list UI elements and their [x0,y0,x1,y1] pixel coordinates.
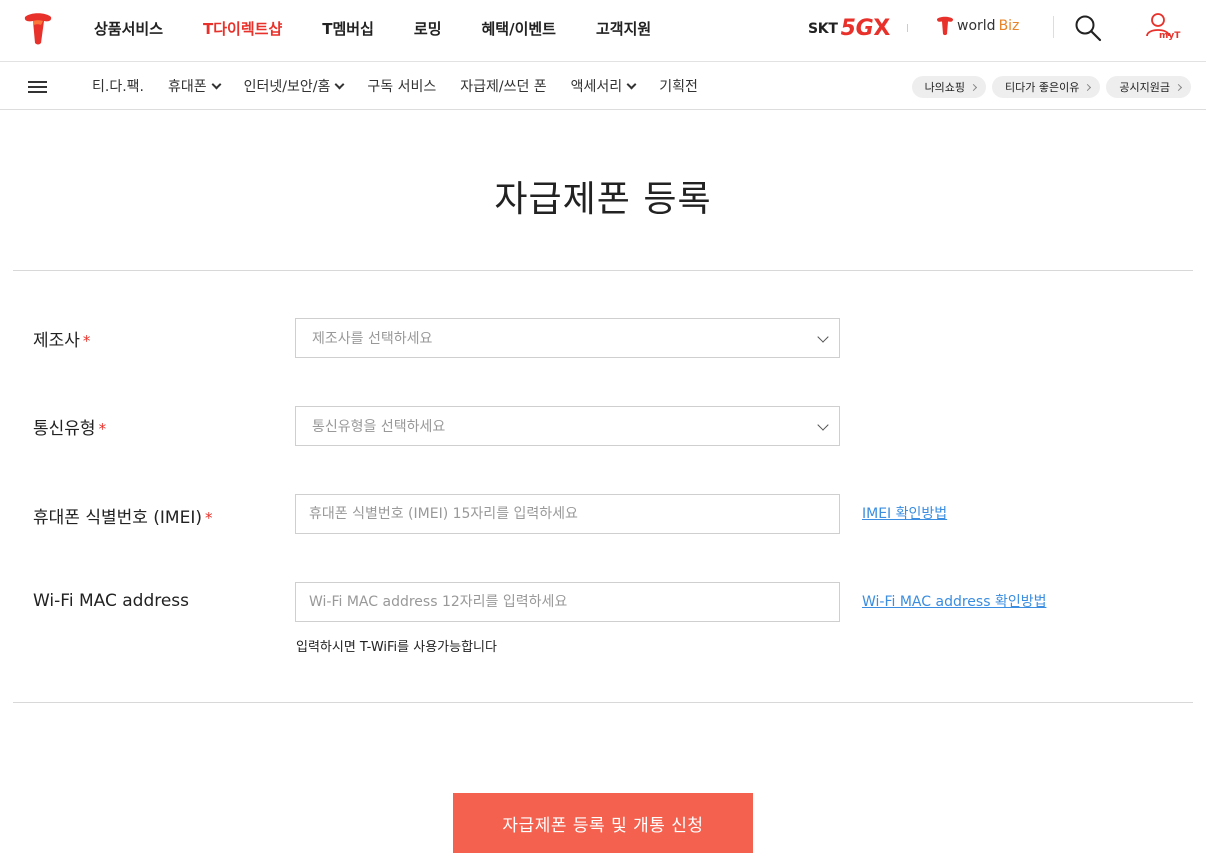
nav-roaming[interactable]: 로밍 [414,18,442,39]
divider-bottom [13,702,1193,703]
menu-icon[interactable] [28,81,47,93]
chevron-down-icon [817,419,829,431]
mac-input[interactable] [309,594,839,610]
sub-nav-items: 티.다.팩. 휴대폰 인터넷/보안/홈 구독 서비스 자급제/쓰던 폰 액세서리… [92,62,722,110]
skt-5gx-logo[interactable]: SKT 5G X [808,16,890,41]
subnav-internet-security-home[interactable]: 인터넷/보안/홈 [243,76,345,96]
pill-label: 공시지원금 [1119,81,1170,94]
chevron-right-icon [1174,83,1183,91]
imei-label: 휴대폰 식별번호 (IMEI) * [33,503,213,528]
worldbiz-biz-text: Biz [998,18,1020,34]
subnav-unlocked-used-phone[interactable]: 자급제/쓰던 폰 [460,76,546,96]
brand-5g-text: 5G [840,16,874,41]
main-nav: 상품서비스 T다이렉트샵 T멤버십 로밍 혜택/이벤트 고객지원 [94,0,691,56]
register-submit-button[interactable]: 자급제폰 등록 및 개통 신청 [453,793,753,853]
myt-label: myT [1159,31,1181,41]
subnav-tidapack[interactable]: 티.다.팩. [92,76,144,96]
subnav-label: 휴대폰 [168,79,207,95]
chevron-down-icon [817,331,829,343]
imei-input[interactable] [309,506,839,522]
imei-field[interactable] [295,494,840,534]
page-title: 자급제폰 등록 [494,179,712,220]
subnav-phone[interactable]: 휴대폰 [168,76,222,96]
chevron-right-icon [970,83,978,91]
manufacturer-label: 제조사 * [33,326,90,351]
chevron-down-icon [211,79,222,89]
mac-help-link[interactable]: Wi-Fi MAC address 확인방법 [862,591,1046,611]
divider-top [13,270,1193,271]
brand-x-text: X [873,16,891,41]
carrier-select[interactable]: 통신유형을 선택하세요 [295,406,840,446]
header-separator [907,24,908,32]
mac-field[interactable] [295,582,840,622]
nav-t-direct-shop[interactable]: T다이렉트샵 [203,18,282,39]
subnav-accessories[interactable]: 액세서리 [570,76,637,96]
subnav-promotion[interactable]: 기획전 [659,76,698,96]
subnav-subscription[interactable]: 구독 서비스 [367,76,436,96]
pill-label: 나의쇼핑 [924,81,966,94]
select-placeholder: 통신유형을 선택하세요 [312,419,446,435]
worldbiz-logo[interactable]: world Biz [936,16,1019,36]
label-text: 휴대폰 식별번호 (IMEI) [33,508,202,528]
subnav-label: 자급제/쓰던 폰 [460,79,547,95]
select-placeholder: 제조사를 선택하세요 [312,331,433,347]
chevron-right-icon [1084,83,1092,91]
brand-skt-text: SKT [808,20,838,37]
label-text: 통신유형 [33,419,96,439]
carrier-label: 통신유형 * [33,414,106,439]
subnav-label: 구독 서비스 [367,79,437,95]
label-text: 제조사 [33,331,80,351]
imei-help-link[interactable]: IMEI 확인방법 [862,503,947,523]
label-text: Wi-Fi MAC address [33,591,190,611]
subnav-label: 기획전 [659,79,698,95]
pill-why-tida[interactable]: 티다가 좋은이유 [992,76,1101,98]
top-header: 상품서비스 T다이렉트샵 T멤버십 로밍 혜택/이벤트 고객지원 SKT 5G … [0,0,1206,62]
sub-nav: 티.다.팩. 휴대폰 인터넷/보안/홈 구독 서비스 자급제/쓰던 폰 액세서리… [0,62,1206,110]
worldbiz-world-text: world [957,18,996,34]
t-logo-icon[interactable] [22,11,54,45]
required-mark: * [98,420,107,438]
mac-hint-text: 입력하시면 T-WiFi를 사용가능합니다 [296,640,497,655]
quick-link-pills: 나의쇼핑 티다가 좋은이유 공시지원금 [906,76,1191,98]
subnav-label: 티.다.팩. [92,79,144,95]
myt-button[interactable]: myT [1142,10,1182,46]
chevron-down-icon [626,79,637,89]
mac-label: Wi-Fi MAC address [33,591,189,611]
chevron-down-icon [334,79,345,89]
nav-benefit-event[interactable]: 혜택/이벤트 [482,18,556,39]
subnav-label: 액세서리 [570,79,623,95]
nav-t-membership[interactable]: T멤버십 [322,18,374,39]
required-mark: * [205,509,213,527]
nav-customer-support[interactable]: 고객지원 [596,18,651,39]
pill-label: 티다가 좋은이유 [1005,81,1080,94]
search-icon[interactable] [1074,14,1102,42]
header-separator-2 [1053,16,1054,38]
required-mark: * [82,332,91,350]
worldbiz-t-icon [937,16,953,36]
pill-subsidy[interactable]: 공시지원금 [1106,76,1191,98]
pill-my-shopping[interactable]: 나의쇼핑 [911,76,987,98]
nav-product-service[interactable]: 상품서비스 [94,18,163,39]
manufacturer-select[interactable]: 제조사를 선택하세요 [295,318,840,358]
subnav-label: 인터넷/보안/홈 [243,79,331,95]
